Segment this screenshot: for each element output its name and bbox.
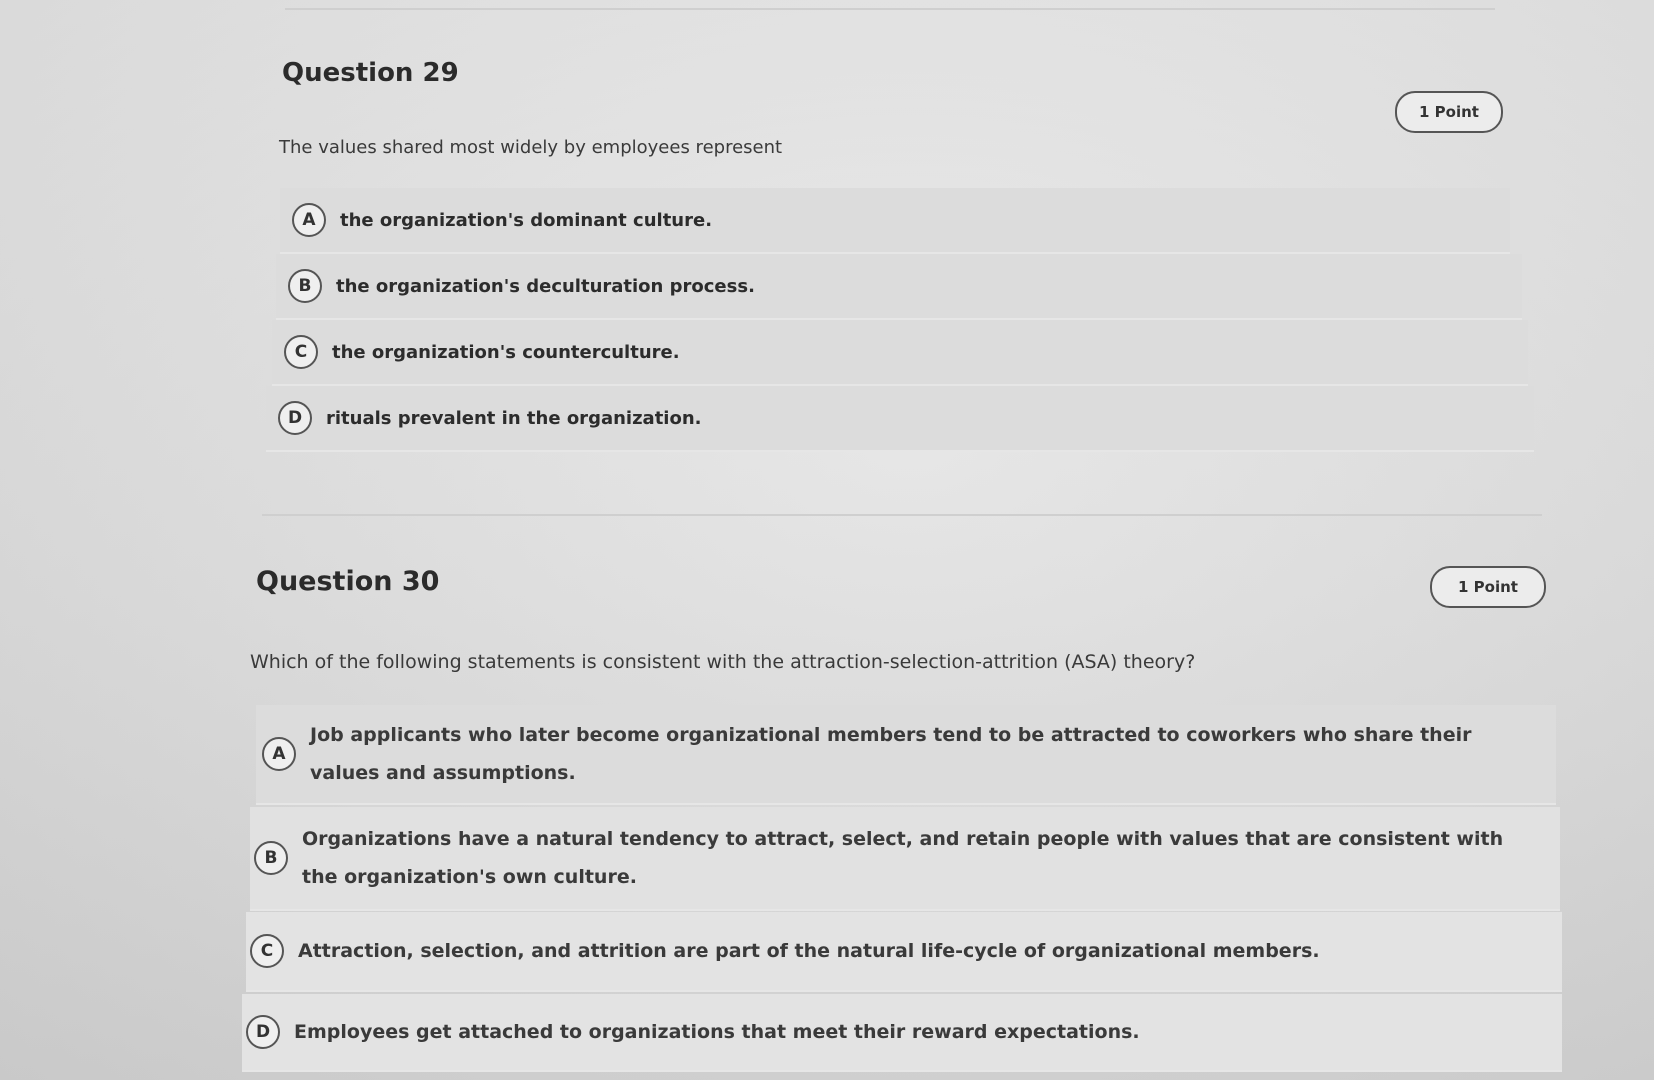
option-b-radio[interactable]: B <box>254 841 288 875</box>
option-c-label: the organization's counterculture. <box>332 341 680 363</box>
question-29-option-d[interactable]: D rituals prevalent in the organization. <box>266 386 1534 452</box>
option-c-radio[interactable]: C <box>284 335 318 369</box>
option-c-label: Attraction, selection, and attrition are… <box>298 940 1320 962</box>
question-divider <box>262 514 1542 516</box>
option-a-radio[interactable]: A <box>292 203 326 237</box>
option-c-radio[interactable]: C <box>250 934 284 968</box>
option-a-label: Job applicants who later become organiza… <box>310 724 1472 784</box>
option-b-label: the organization's deculturation process… <box>336 275 755 297</box>
question-30-option-d[interactable]: D Employees get attached to organization… <box>242 994 1562 1072</box>
option-a-radio[interactable]: A <box>262 737 296 771</box>
option-a-label: the organization's dominant culture. <box>340 209 713 231</box>
option-b-radio[interactable]: B <box>288 269 322 303</box>
question-30-option-c[interactable]: C Attraction, selection, and attrition a… <box>246 912 1562 992</box>
question-30-option-a[interactable]: A Job applicants who later become organi… <box>256 705 1556 805</box>
question-30-title: Question 30 <box>256 566 440 597</box>
question-29-prompt: The values shared most widely by employe… <box>279 137 783 158</box>
question-30-prompt: Which of the following statements is con… <box>250 651 1196 673</box>
option-d-radio[interactable]: D <box>278 401 312 435</box>
question-29-points-badge: 1 Point <box>1395 91 1503 133</box>
question-29-option-c[interactable]: C the organization's counterculture. <box>272 320 1528 386</box>
question-29-title: Question 29 <box>282 58 459 88</box>
question-30-option-b[interactable]: B Organizations have a natural tendency … <box>250 807 1560 911</box>
question-29-option-b[interactable]: B the organization's deculturation proce… <box>276 254 1522 320</box>
top-divider <box>285 8 1495 10</box>
option-b-label: Organizations have a natural tendency to… <box>302 828 1504 888</box>
option-d-label: rituals prevalent in the organization. <box>326 407 702 429</box>
option-d-label: Employees get attached to organizations … <box>294 1021 1140 1043</box>
question-29-option-a[interactable]: A the organization's dominant culture. <box>280 188 1510 254</box>
option-d-radio[interactable]: D <box>246 1015 280 1049</box>
question-30-points-badge: 1 Point <box>1430 566 1546 608</box>
quiz-page: Question 29 1 Point The values shared mo… <box>0 0 1654 1080</box>
